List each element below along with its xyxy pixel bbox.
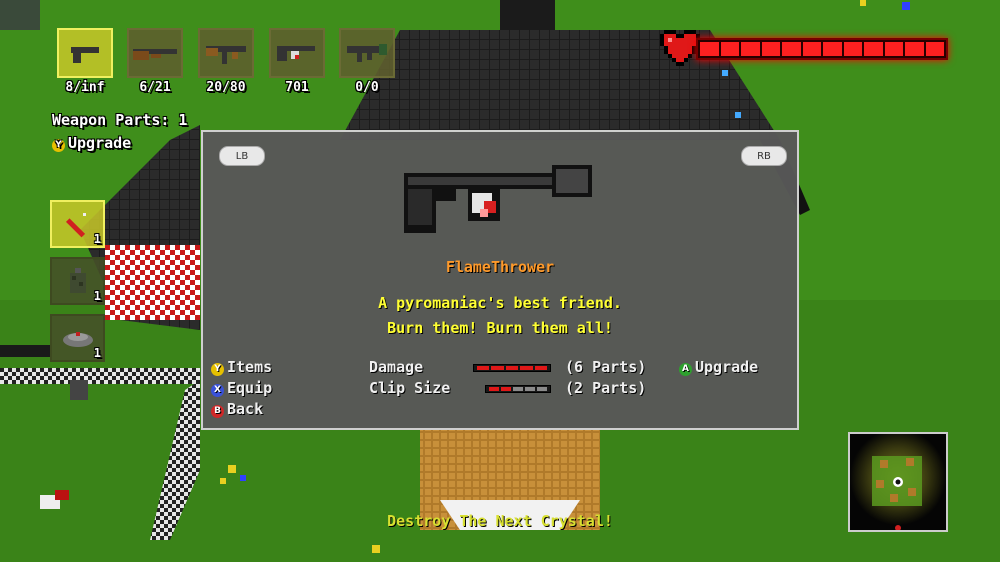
control-back-label: Back xyxy=(227,400,264,418)
b-button-icon: B xyxy=(211,405,224,418)
lb-button[interactable]: LB xyxy=(219,146,265,166)
item-count-landmine: 1 xyxy=(93,346,101,360)
stat-clip-size-parts: (2 Parts) xyxy=(565,379,647,397)
y-button-icon: Y xyxy=(52,139,65,152)
pistol-icon xyxy=(71,47,99,63)
stat-segment xyxy=(491,366,504,370)
control-items[interactable]: Y Items xyxy=(211,358,272,376)
stat-segment xyxy=(477,366,490,370)
upgrade-action[interactable]: A Upgrade xyxy=(679,358,758,376)
health-segment xyxy=(700,42,719,56)
weapon-description-line-2: Burn them! Burn them all! xyxy=(387,319,613,337)
weapon-count-flamethrower: 701 xyxy=(285,80,309,95)
health-segment xyxy=(864,42,883,56)
health-segment xyxy=(782,42,801,56)
weapon-upgrade-dialog: LB RB FlameThrower A pyromaniac's best f… xyxy=(201,130,799,430)
flamethrower-large-icon xyxy=(404,165,592,233)
stat-segment xyxy=(534,366,548,370)
stat-segment xyxy=(525,387,535,391)
stat-damage-label: Damage xyxy=(369,358,424,376)
weapon-description-line-1: A pyromaniac's best friend. xyxy=(378,294,622,312)
control-items-label: Items xyxy=(227,358,273,376)
weapon-parts-label: Weapon Parts: 1 xyxy=(52,111,188,129)
control-back[interactable]: B Back xyxy=(211,400,263,418)
stat-segment xyxy=(537,387,547,391)
health-segment xyxy=(741,42,760,56)
landmine-icon xyxy=(62,332,93,347)
weapon-slot-machine-gun[interactable] xyxy=(198,28,254,78)
weapon-count-machine-gun: 20/80 xyxy=(206,80,246,95)
stat-segment xyxy=(513,387,523,391)
stat-damage-bar xyxy=(473,364,551,372)
dynamite-icon xyxy=(65,213,86,238)
heart-icon xyxy=(660,30,700,66)
grenade-icon xyxy=(69,268,86,293)
weapon-slot-shotgun[interactable] xyxy=(127,28,183,78)
health-segment xyxy=(925,42,944,56)
weapon-count-rocket-launcher: 0/0 xyxy=(355,80,379,95)
upgrade-hint-label: Upgrade xyxy=(68,134,132,152)
health-segment xyxy=(802,42,821,56)
weapon-slot-flamethrower[interactable] xyxy=(269,28,325,78)
control-equip-label: Equip xyxy=(227,379,273,397)
rb-button[interactable]: RB xyxy=(741,146,787,166)
flamethrower-icon xyxy=(277,46,315,61)
health-segment xyxy=(761,42,780,56)
weapon-count-shotgun: 6/21 xyxy=(139,80,171,95)
stat-segment xyxy=(489,387,499,391)
a-button-icon: A xyxy=(679,363,692,376)
rocket-launcher-icon xyxy=(347,44,387,62)
item-count-dynamite: 1 xyxy=(93,232,101,246)
upgrade-action-label: Upgrade xyxy=(695,358,759,376)
health-segment xyxy=(905,42,924,56)
control-equip[interactable]: X Equip xyxy=(211,379,272,397)
item-slot-dynamite[interactable]: 1 xyxy=(50,200,105,248)
health-segment xyxy=(720,42,739,56)
stat-segment xyxy=(505,366,519,370)
minimap-view xyxy=(850,434,946,530)
item-slot-landmine[interactable]: 1 xyxy=(50,314,105,362)
stat-damage-parts: (6 Parts) xyxy=(565,358,647,376)
weapon-slot-pistol[interactable] xyxy=(57,28,113,78)
weapon-count-pistol: 8/inf xyxy=(65,80,105,95)
shotgun-icon xyxy=(133,49,177,60)
y-button-icon: Y xyxy=(211,363,224,376)
stat-segment xyxy=(520,366,533,370)
upgrade-hint[interactable]: Y Upgrade xyxy=(52,134,131,152)
item-slot-grenade[interactable]: 1 xyxy=(50,257,105,305)
item-count-grenade: 1 xyxy=(93,289,101,303)
minimap xyxy=(848,432,948,532)
stat-clip-size-label: Clip Size xyxy=(369,379,451,397)
machine-gun-icon xyxy=(206,46,246,64)
weapon-name: FlameThrower xyxy=(445,258,555,276)
health-segment xyxy=(884,42,903,56)
stat-segment xyxy=(501,387,511,391)
stat-clip-size-bar xyxy=(485,385,551,393)
health-bar xyxy=(696,38,948,60)
health-segment xyxy=(843,42,862,56)
x-button-icon: X xyxy=(211,384,224,397)
health-segment xyxy=(823,42,842,56)
weapon-slot-rocket-launcher[interactable] xyxy=(339,28,395,78)
